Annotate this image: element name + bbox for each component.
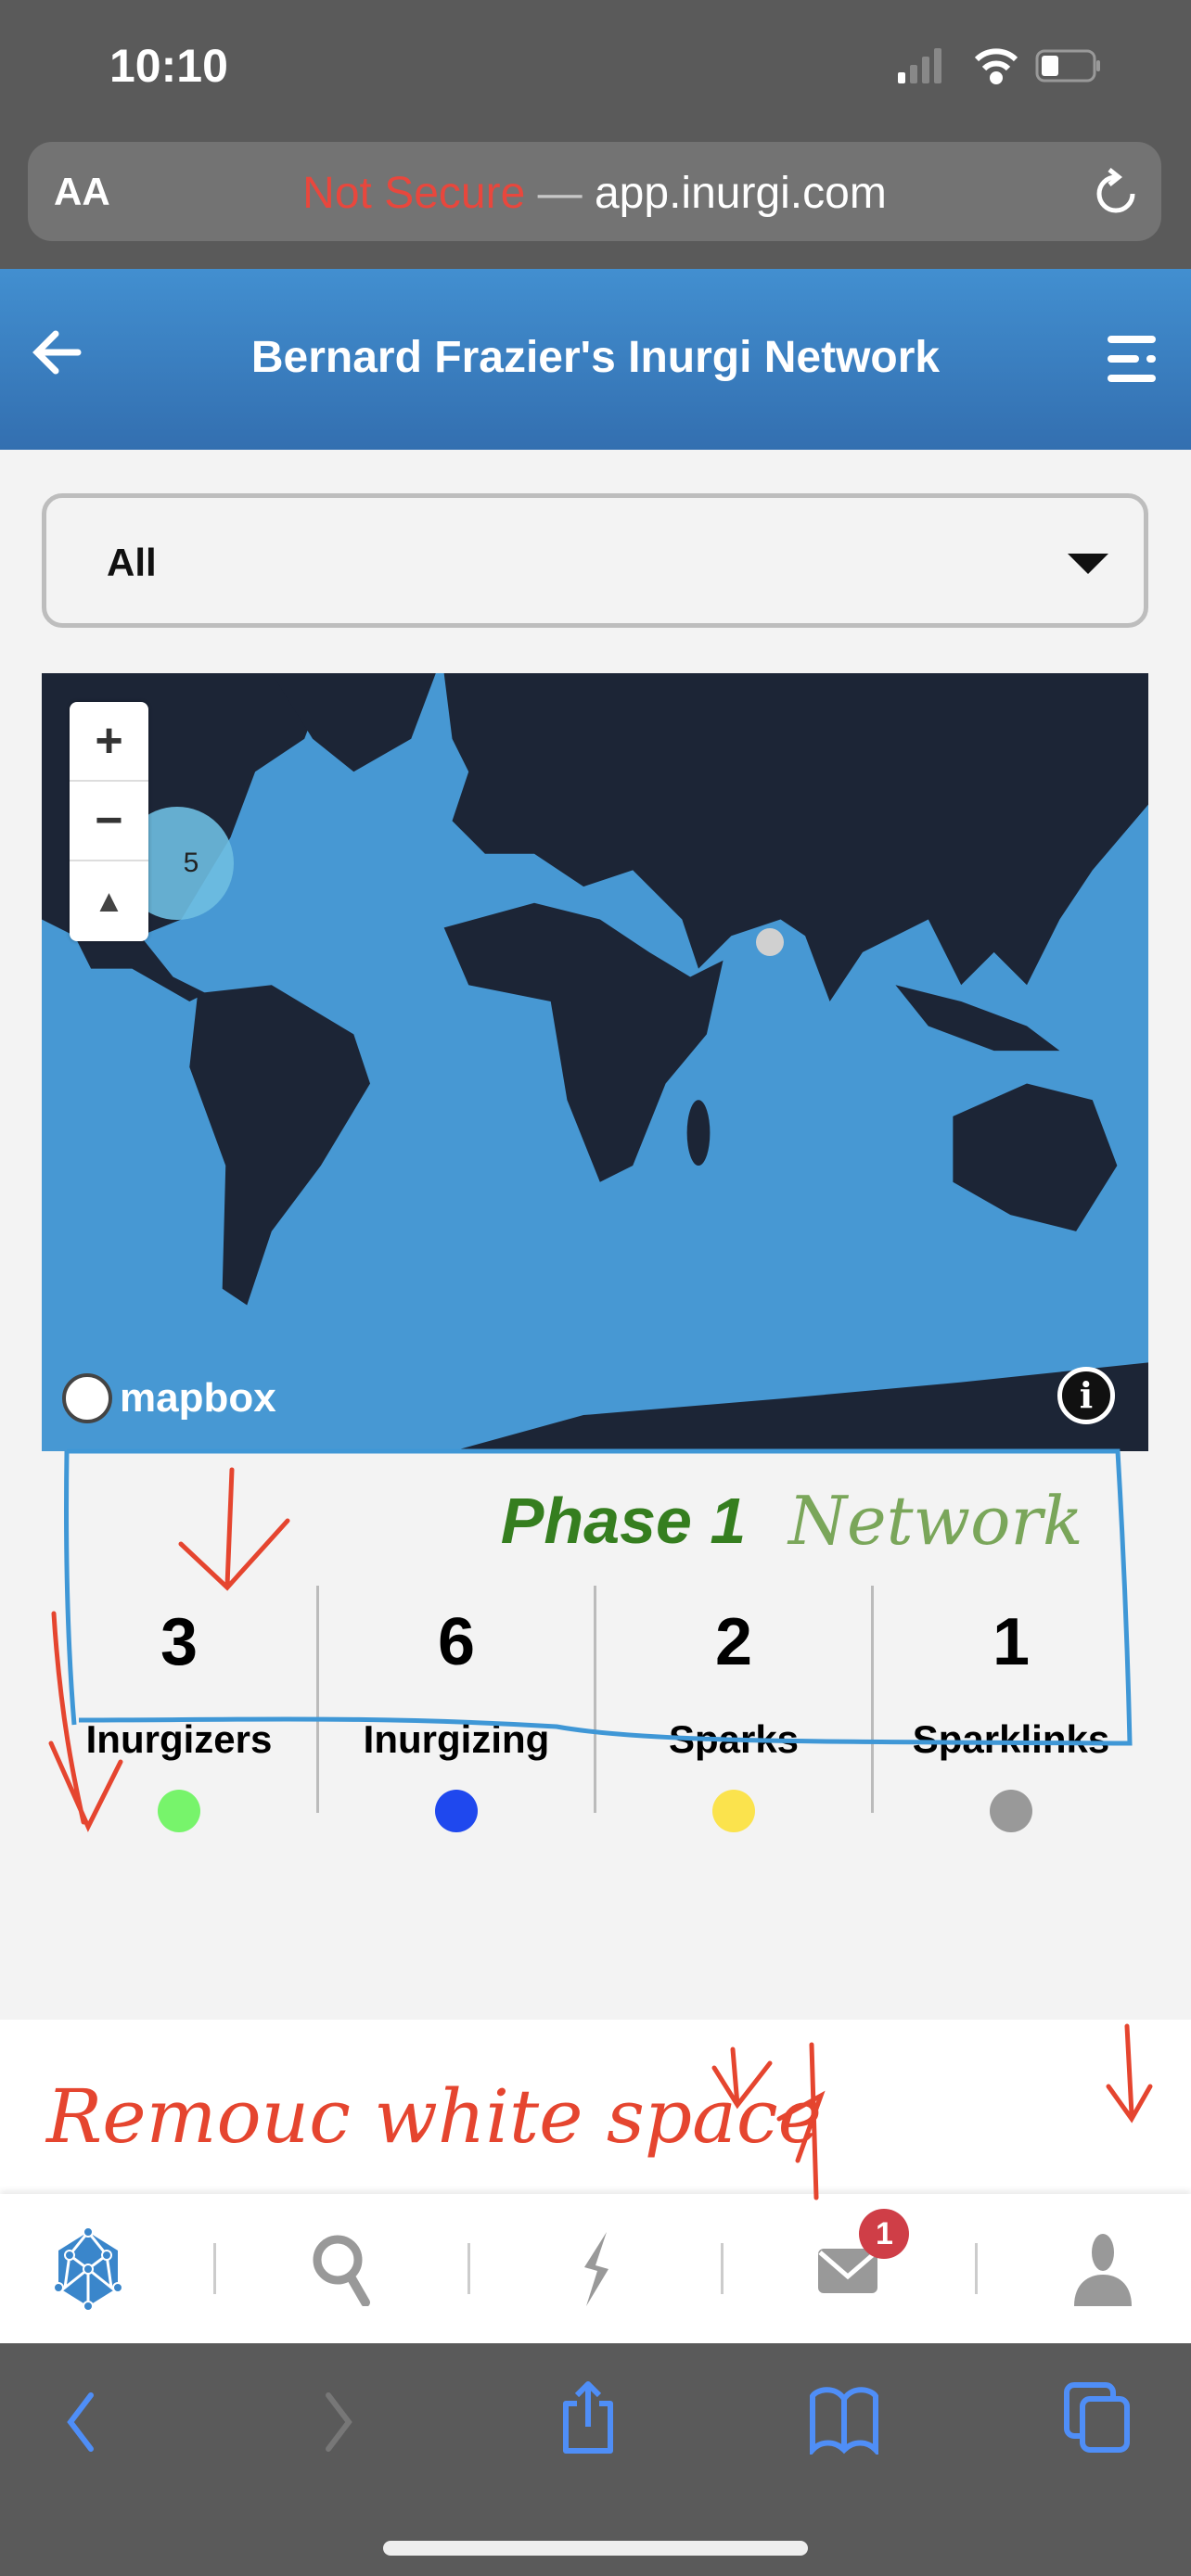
map-land: [42, 673, 1148, 1451]
network-stats: 3 Inurgizers 6 Inurgizing 2 Sparks 1 Sparkli…: [42, 1586, 1148, 1832]
nav-messages[interactable]: 1: [798, 2208, 910, 2320]
stat-label: Sparklinks: [912, 1717, 1110, 1761]
stat-inurgizers[interactable]: 3 Inurgizers: [42, 1586, 319, 1832]
zoom-in-button[interactable]: +: [70, 702, 148, 782]
url-separator: —: [537, 169, 583, 218]
map-zoom-controls: + − ▲: [70, 702, 148, 941]
indonesia: [895, 985, 1060, 1052]
map-location-marker[interactable]: [756, 928, 784, 956]
info-button[interactable]: i: [1057, 1367, 1115, 1424]
stat-label: Inurgizers: [85, 1717, 273, 1761]
compass-button[interactable]: ▲: [70, 861, 148, 941]
search-icon: [313, 2235, 370, 2306]
australia: [953, 1083, 1118, 1231]
battery-icon: [1035, 49, 1100, 83]
menu-icon[interactable]: [1104, 332, 1159, 386]
url-domain: app.inurgi.com: [594, 169, 887, 218]
antarctica: [452, 1362, 1148, 1451]
share-icon[interactable]: [557, 2380, 621, 2455]
network-icon: [53, 2226, 124, 2311]
stat-sparklinks[interactable]: 1 Sparklinks: [874, 1586, 1148, 1832]
unread-badge: 1: [859, 2208, 910, 2259]
network-filter-select[interactable]: All: [42, 493, 1148, 628]
tabs-icon[interactable]: [1062, 2380, 1132, 2455]
nav-divider: [974, 2243, 978, 2294]
app-header: Bernard Frazier's Inurgi Network: [0, 269, 1191, 450]
stat-value: 1: [992, 1605, 1031, 1679]
nav-network[interactable]: [37, 2218, 139, 2320]
nav-divider: [467, 2243, 470, 2294]
bottom-nav: 1: [0, 2194, 1191, 2343]
stat-sparks[interactable]: 2 Sparks: [596, 1586, 874, 1832]
mapbox-logo: mapbox: [62, 1373, 276, 1423]
mapbox-wordmark: mapbox: [120, 1375, 276, 1421]
legend-dot: [990, 1790, 1032, 1832]
stat-label: Sparks: [668, 1717, 800, 1761]
reload-icon[interactable]: [1093, 168, 1139, 220]
url-display[interactable]: Not Secure — app.inurgi.com: [28, 168, 1161, 219]
stat-value: 3: [160, 1605, 198, 1679]
page-title: Bernard Frazier's Inurgi Network: [250, 333, 941, 382]
zoom-out-button[interactable]: −: [70, 782, 148, 861]
nav-divider: [213, 2243, 217, 2294]
selected-value: All: [107, 541, 157, 584]
stat-value: 6: [437, 1605, 476, 1679]
stat-inurgizing[interactable]: 6 Inurgizing: [319, 1586, 596, 1832]
user-icon: [1073, 2233, 1132, 2306]
phase-title: Phase 1: [500, 1485, 747, 1557]
caret-down-icon: [1068, 554, 1108, 574]
clock: 10:10: [109, 40, 228, 92]
status-icons: [898, 48, 1100, 84]
africa: [443, 902, 724, 1182]
back-icon[interactable]: [58, 2390, 104, 2455]
forward-icon[interactable]: [315, 2390, 362, 2455]
legend-dot: [435, 1790, 478, 1832]
stat-label: Inurgizing: [363, 1717, 550, 1761]
nav-profile[interactable]: [1052, 2218, 1154, 2320]
legend-dot: [158, 1790, 200, 1832]
legend-dot: [712, 1790, 755, 1832]
security-warning: Not Secure: [302, 169, 526, 218]
stat-value: 2: [714, 1605, 753, 1679]
nav-search[interactable]: [291, 2218, 393, 2320]
nav-divider: [721, 2243, 724, 2294]
south-america: [189, 985, 371, 1306]
cellular-signal-icon: [898, 48, 941, 83]
world-map[interactable]: 5 + − ▲ mapbox i: [42, 673, 1148, 1451]
empty-white-space: [0, 2020, 1191, 2196]
bookmarks-icon[interactable]: [807, 2385, 881, 2455]
nav-sparks[interactable]: [544, 2218, 647, 2320]
home-indicator[interactable]: [383, 2541, 808, 2556]
address-bar[interactable]: AA Not Secure — app.inurgi.com: [28, 142, 1161, 241]
lightning-icon: [583, 2231, 608, 2306]
wifi-icon: [974, 48, 1018, 84]
status-bar: 10:10 AA Not Secure — app.inurgi.com: [0, 0, 1191, 269]
mapbox-logo-icon: [62, 1373, 112, 1423]
